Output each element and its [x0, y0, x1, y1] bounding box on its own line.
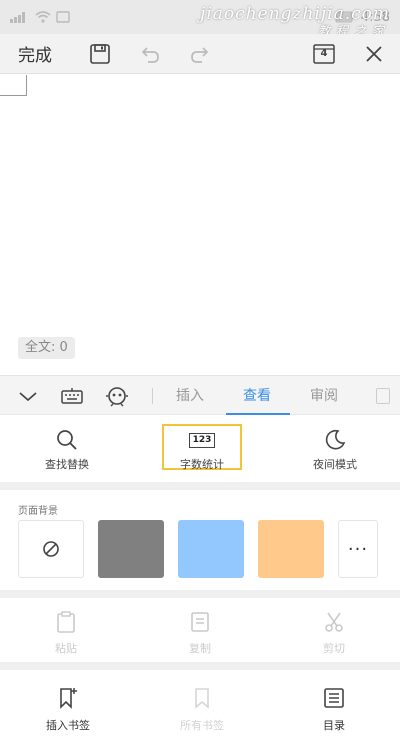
- view-tools-row: 查找替换 123 字数统计 夜间模式: [0, 416, 400, 482]
- swatch-orange[interactable]: [258, 520, 324, 578]
- section-separator: [0, 590, 400, 598]
- undo-icon[interactable]: [138, 42, 162, 66]
- word-count-icon-text: 123: [188, 432, 216, 448]
- page-count: 4: [320, 48, 328, 59]
- insert-bookmark-label: 插入书签: [46, 719, 90, 732]
- copy-label: 复制: [189, 642, 211, 655]
- close-icon[interactable]: [362, 42, 386, 66]
- active-tab-indicator: [226, 413, 290, 415]
- moon-icon: [325, 429, 346, 450]
- swatch-blue[interactable]: [178, 520, 244, 578]
- wifi-icon: [35, 11, 51, 23]
- search-icon: [57, 430, 77, 450]
- tab-insert[interactable]: 插入: [176, 376, 204, 416]
- redo-icon[interactable]: [188, 42, 212, 66]
- table-of-contents-button[interactable]: 目录: [294, 686, 374, 733]
- copy-button[interactable]: 复制: [170, 610, 230, 656]
- tab-review[interactable]: 审阅: [310, 376, 338, 416]
- cut-icon: [325, 612, 343, 632]
- ribbon-tab-bar: 插入 查看 审阅: [0, 375, 400, 415]
- more-backgrounds-button[interactable]: ···: [338, 520, 378, 578]
- table-of-contents-label: 目录: [323, 719, 345, 732]
- all-bookmarks-label: 所有书签: [180, 719, 224, 732]
- word-count-icon: 123: [164, 428, 240, 452]
- word-count-label: 字数统计: [180, 458, 224, 471]
- no-background-icon: [43, 541, 59, 557]
- bookmark-icon: [195, 688, 209, 709]
- section-separator: [0, 482, 400, 490]
- word-count-button[interactable]: 123 字数统计: [162, 424, 242, 471]
- voice-assistant-icon[interactable]: [105, 384, 129, 408]
- status-time: 4:58: [360, 9, 390, 25]
- collapse-chevron-icon[interactable]: [16, 384, 40, 408]
- cut-label: 剪切: [323, 642, 345, 655]
- insert-bookmark-button[interactable]: 插入书签: [28, 686, 108, 733]
- word-count-chip: 全文: 0: [18, 337, 75, 359]
- editor-toolbar: 完成 4: [0, 34, 400, 74]
- section-separator: [0, 662, 400, 670]
- page-background-title: 页面背景: [18, 506, 58, 517]
- tab-divider: [152, 388, 153, 404]
- text-cursor-marker: [0, 75, 27, 96]
- signal-icon: [10, 12, 25, 23]
- find-replace-button[interactable]: 查找替换: [22, 428, 112, 472]
- swatch-gray[interactable]: [98, 520, 164, 578]
- all-bookmarks-button[interactable]: 所有书签: [162, 686, 242, 733]
- paste-label: 粘贴: [55, 642, 77, 655]
- battery-icon: [335, 11, 354, 23]
- notification-icon: [56, 11, 70, 23]
- status-bar: 4:58: [0, 0, 400, 34]
- find-replace-label: 查找替换: [45, 458, 89, 471]
- keyboard-icon[interactable]: [60, 384, 84, 408]
- document-canvas[interactable]: 全文: 0: [0, 75, 400, 375]
- edit-actions-row: 粘贴 复制 剪切: [0, 598, 400, 662]
- tab-view[interactable]: 查看: [243, 376, 271, 416]
- night-mode-label: 夜间模式: [313, 458, 357, 471]
- toc-icon: [324, 688, 344, 708]
- bookmark-add-icon: [60, 688, 77, 709]
- swatch-none[interactable]: [18, 520, 84, 578]
- bookmark-actions-row: 插入书签 所有书签 目录: [0, 670, 400, 745]
- status-icons: [10, 11, 70, 23]
- paste-button[interactable]: 粘贴: [36, 610, 96, 656]
- done-button[interactable]: 完成: [18, 41, 52, 66]
- paste-icon: [57, 611, 75, 633]
- copy-icon: [191, 612, 209, 632]
- page-count-icon[interactable]: 4: [312, 42, 336, 66]
- save-icon[interactable]: [88, 42, 112, 66]
- cut-button[interactable]: 剪切: [304, 610, 364, 656]
- page-background-section: 页面背景 ···: [0, 490, 400, 590]
- tab-overflow-icon[interactable]: [376, 388, 390, 404]
- night-mode-button[interactable]: 夜间模式: [290, 428, 380, 472]
